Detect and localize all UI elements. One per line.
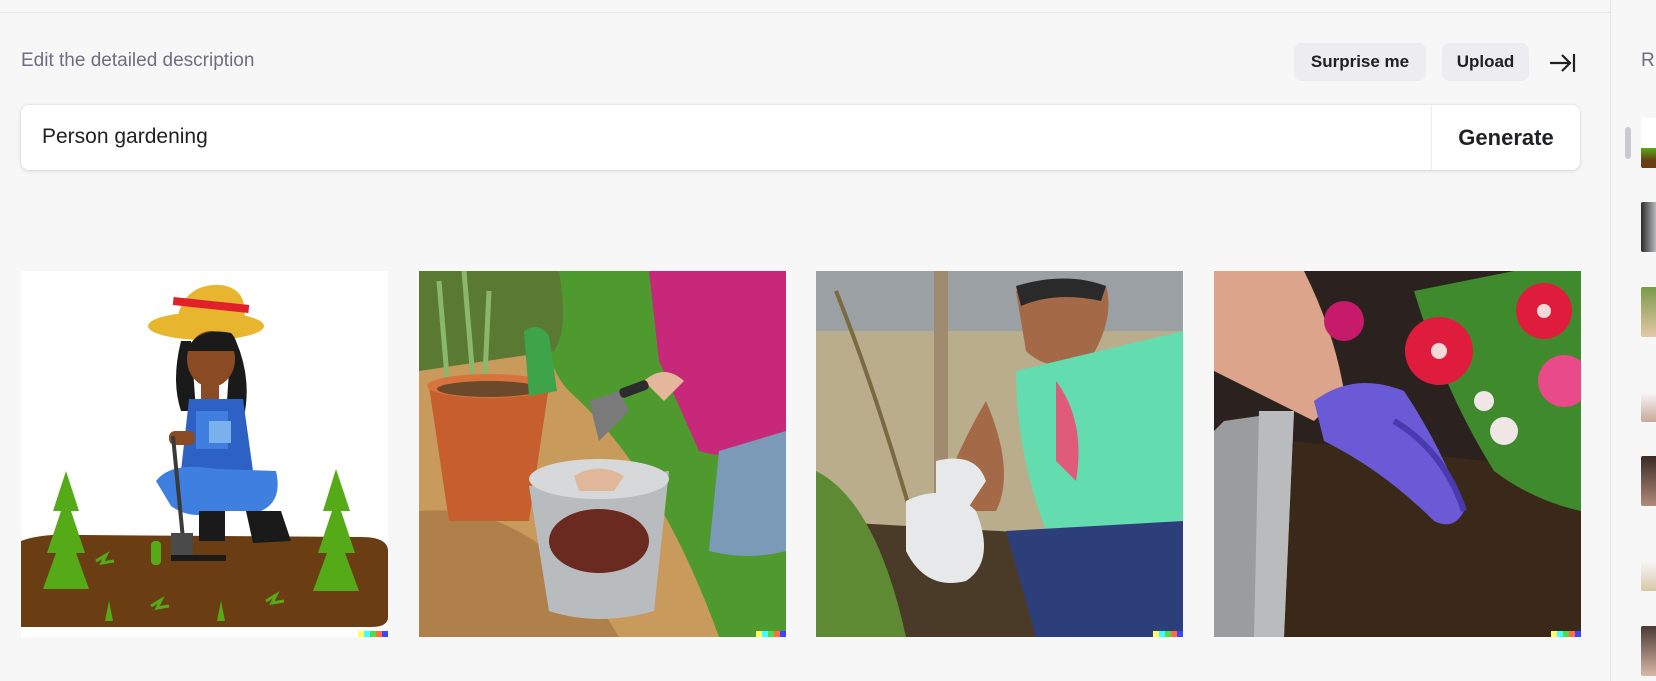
result-image-3[interactable] — [816, 271, 1183, 637]
prompt-input[interactable]: Person gardening — [42, 125, 208, 149]
surprise-me-button[interactable]: Surprise me — [1294, 43, 1426, 81]
history-thumbnail[interactable] — [1641, 372, 1656, 422]
description-label: Edit the detailed description — [21, 50, 255, 71]
history-thumbnail[interactable] — [1641, 456, 1656, 506]
collapse-panel-button[interactable] — [1544, 47, 1580, 79]
sidebar-scrollbar[interactable] — [1625, 127, 1631, 159]
collapse-right-icon — [1550, 54, 1576, 72]
signature-strip — [1153, 631, 1183, 637]
signature-strip — [1551, 631, 1581, 637]
signature-strip — [358, 631, 388, 637]
upload-button[interactable]: Upload — [1442, 43, 1529, 81]
history-thumbnail[interactable] — [1641, 287, 1656, 337]
main-panel: Edit the detailed description Surprise m… — [0, 0, 1610, 681]
history-thumbnail[interactable] — [1641, 626, 1656, 676]
generate-button[interactable]: Generate — [1432, 105, 1580, 170]
sidebar-title: R — [1641, 50, 1655, 71]
result-image-4[interactable] — [1214, 271, 1581, 637]
result-image-1[interactable] — [21, 271, 388, 637]
signature-strip — [756, 631, 786, 637]
history-thumbnail[interactable] — [1641, 118, 1656, 168]
history-sidebar: R — [1610, 0, 1656, 681]
history-thumbnail[interactable] — [1641, 541, 1656, 591]
history-thumbnail[interactable] — [1641, 202, 1656, 252]
result-image-2[interactable] — [419, 271, 786, 637]
prompt-box: Person gardening Generate — [21, 105, 1580, 170]
